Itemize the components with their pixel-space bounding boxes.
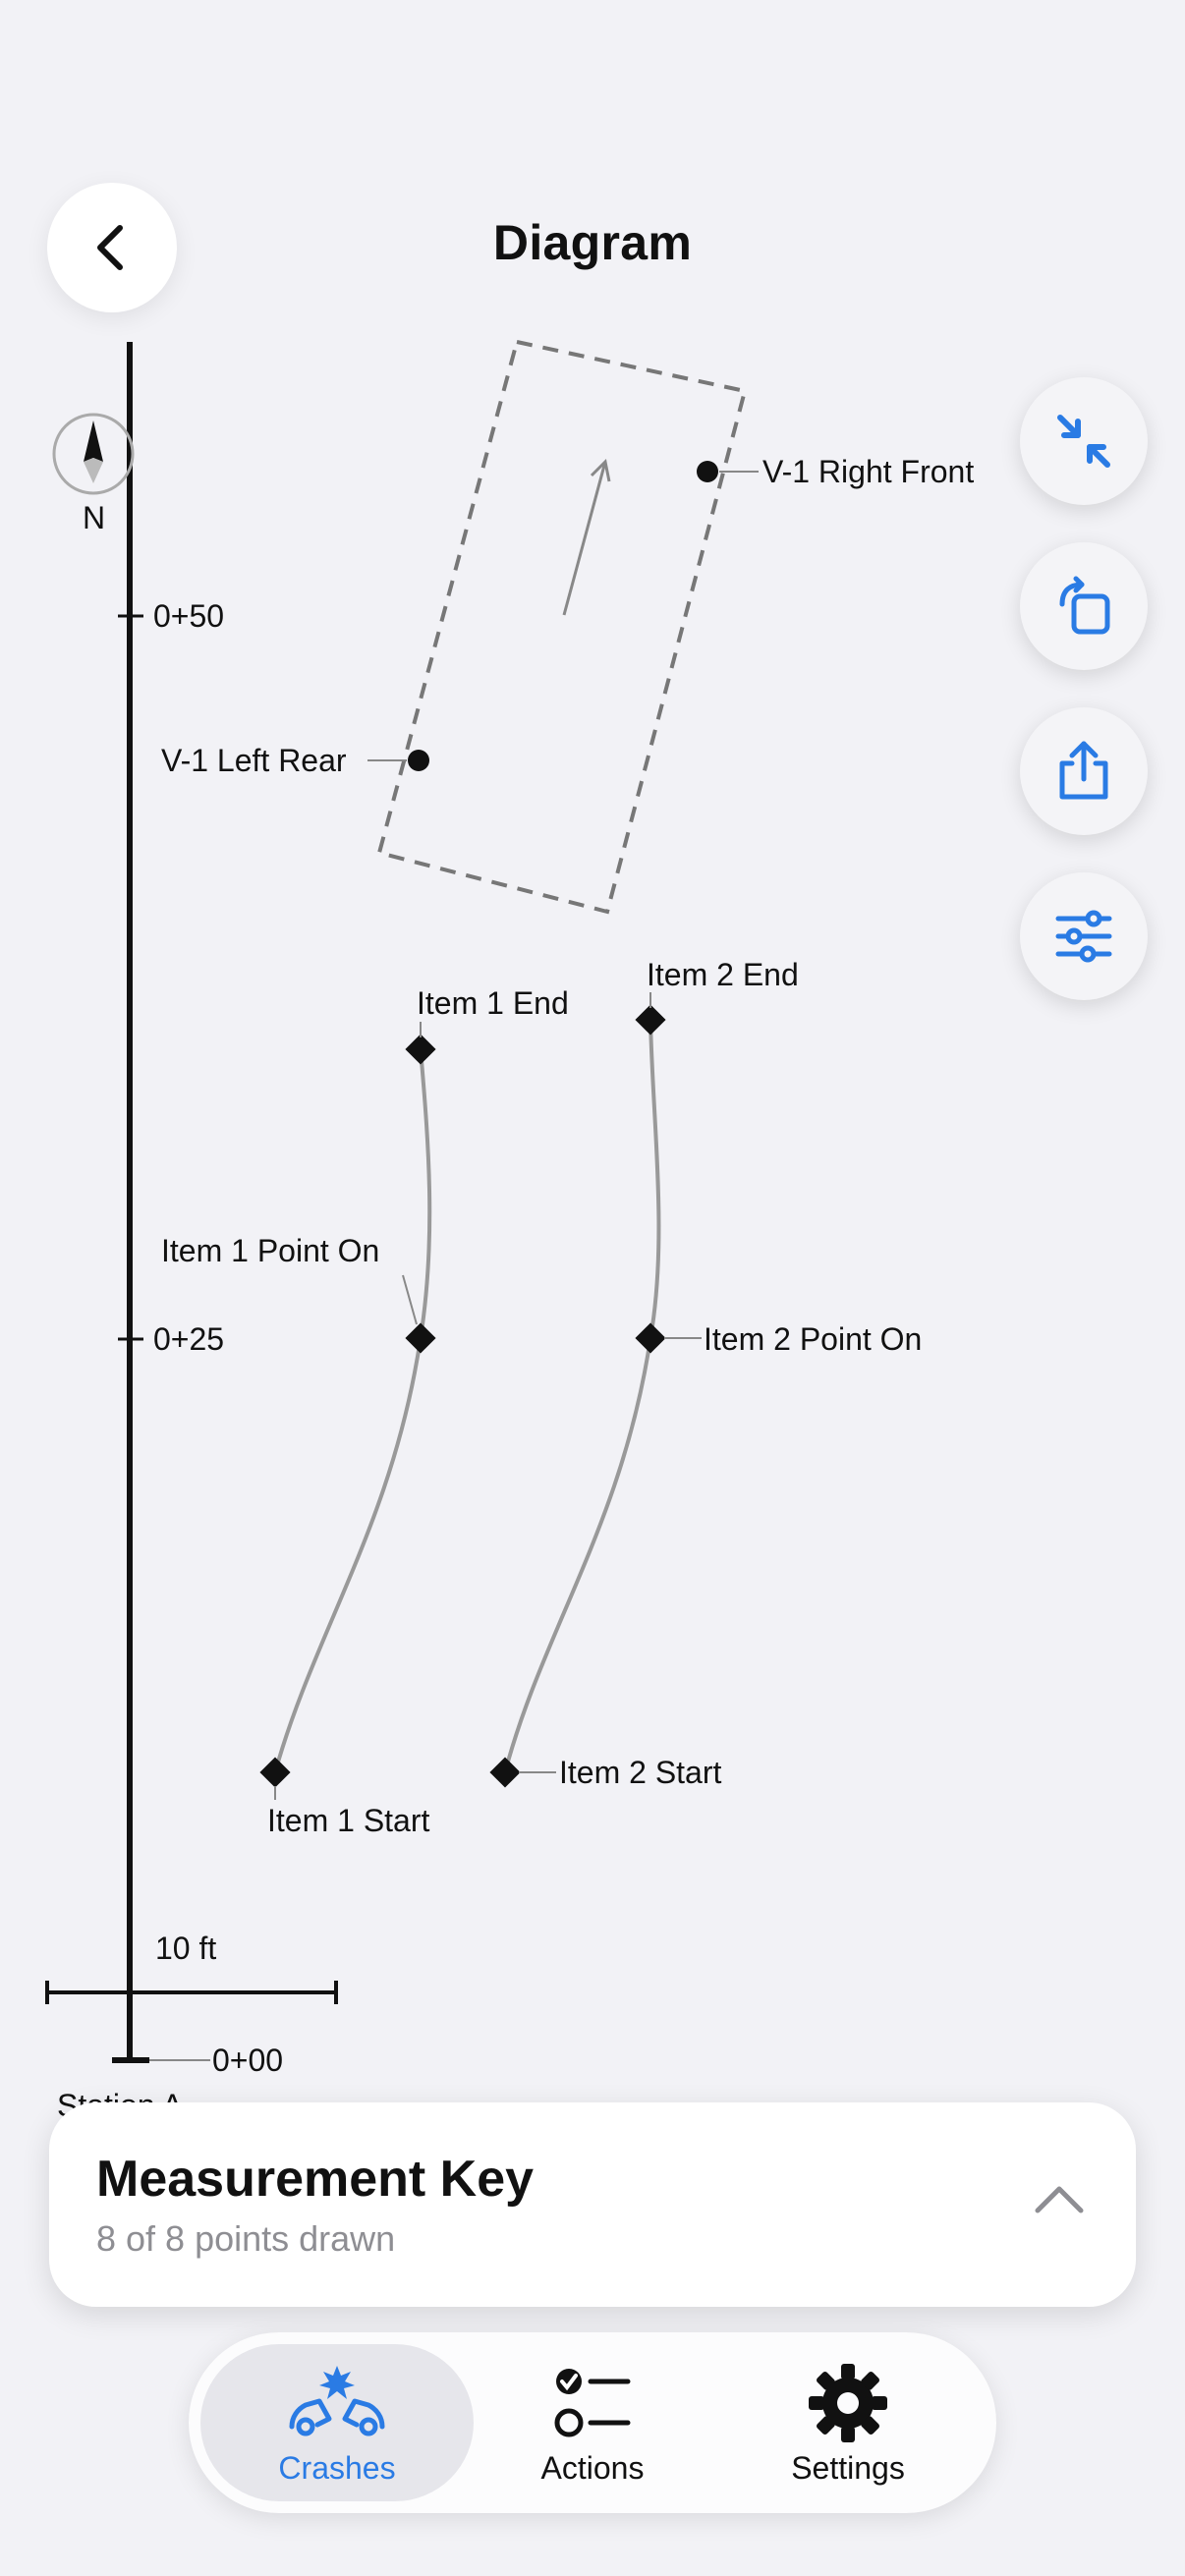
point-label: Item 2 Start xyxy=(559,1755,722,1790)
crash-icon xyxy=(289,2366,385,2436)
chevron-up-icon[interactable] xyxy=(1032,2179,1087,2218)
filter-button[interactable] xyxy=(1020,872,1148,1000)
item-2-end-point[interactable] xyxy=(635,1004,666,1036)
station-label-0+00: 0+00 xyxy=(212,2043,283,2078)
tab-label: Crashes xyxy=(278,2450,396,2486)
share-button[interactable] xyxy=(1020,707,1148,835)
north-label: N xyxy=(83,500,105,535)
page-title: Diagram xyxy=(492,215,693,270)
station-label-0+25: 0+25 xyxy=(153,1321,224,1357)
item-1-point-on[interactable] xyxy=(405,1322,436,1354)
vehicle-direction-arrow xyxy=(562,458,611,616)
item-1-end-point[interactable] xyxy=(405,1034,436,1065)
tab-label: Actions xyxy=(540,2450,645,2486)
point-label: Item 1 Start xyxy=(267,1803,430,1838)
tab-label: Settings xyxy=(791,2450,905,2486)
leader-line xyxy=(402,1274,418,1325)
item-1-path xyxy=(273,1048,432,1773)
measurement-key-card[interactable]: Measurement Key 8 of 8 points drawn xyxy=(49,2102,1136,2307)
scale-bar xyxy=(45,1981,338,2004)
tab-bar: Crashes Actions Settings xyxy=(189,2332,996,2513)
point-label: V-1 Right Front xyxy=(762,454,974,489)
point-label: V-1 Left Rear xyxy=(161,743,347,778)
collapse-arrows-icon xyxy=(1057,415,1110,468)
measurement-key-subtitle: 8 of 8 points drawn xyxy=(96,2218,396,2259)
item-1-start-point[interactable] xyxy=(259,1757,291,1788)
vehicle-point-left-rear[interactable] xyxy=(408,750,429,771)
sliders-icon xyxy=(1055,910,1112,963)
tab-settings[interactable]: Settings xyxy=(711,2344,985,2501)
point-label: Item 1 Point On xyxy=(161,1233,379,1268)
rotate-button[interactable] xyxy=(1020,542,1148,670)
scale-label: 10 ft xyxy=(155,1931,216,1966)
tab-crashes[interactable]: Crashes xyxy=(200,2344,474,2501)
item-2-point-on[interactable] xyxy=(635,1322,666,1354)
item-2-start-point[interactable] xyxy=(489,1757,521,1788)
measurement-key-title: Measurement Key xyxy=(96,2151,535,2208)
point-label: Item 2 End xyxy=(647,957,799,992)
gear-icon xyxy=(809,2364,887,2442)
item-2-path xyxy=(503,1019,661,1773)
station-label-0+50: 0+50 xyxy=(153,598,224,634)
collapse-button[interactable] xyxy=(1020,377,1148,505)
point-label: Item 1 End xyxy=(417,985,569,1021)
compass-icon xyxy=(52,413,135,495)
vehicle-point-right-front[interactable] xyxy=(697,461,718,482)
tab-actions[interactable]: Actions xyxy=(456,2344,729,2501)
share-icon xyxy=(1059,741,1108,800)
vehicle-outline[interactable] xyxy=(376,339,748,915)
point-label: Item 2 Point On xyxy=(704,1321,922,1357)
rotate-icon xyxy=(1059,576,1110,635)
checklist-icon xyxy=(554,2369,631,2437)
